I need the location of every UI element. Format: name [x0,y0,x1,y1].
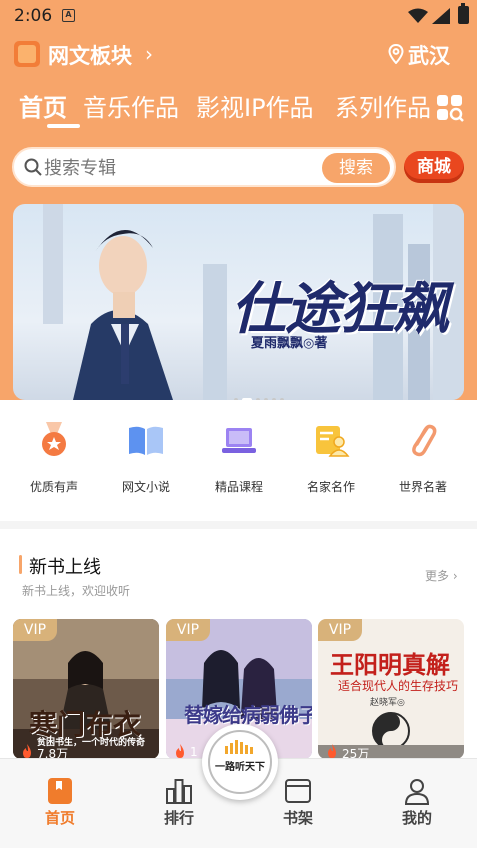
banner-dot[interactable] [242,398,252,400]
signal-icon [432,8,450,24]
book-cover-subtitle: 适合现代人的生存技巧 [338,679,459,693]
grid-label: 优质有声 [29,480,78,494]
status-bar: 2:06 A [0,0,477,32]
banner-carousel[interactable]: 仕途狂飙 夏雨飘飘◎著 [13,204,464,400]
grid-item-quality-audio[interactable]: 优质有声 [8,420,100,495]
fire-icon [328,744,336,758]
chevron-right-icon[interactable]: › [145,42,153,66]
search-icon [24,158,42,176]
tab-series[interactable]: 系列作品 [335,88,431,123]
more-label: 更多 [425,569,450,583]
vip-badge: VIP [318,619,362,641]
open-book-icon [129,426,163,455]
banner-dot[interactable] [256,398,260,400]
banner-pagination [234,387,288,400]
book-card-wangyangming[interactable]: 王阳明真解 适合现代人的生存技巧 赵晓军◎ VIP 25万 [318,619,464,759]
user-icon [404,779,430,805]
more-link[interactable]: 更多 › [425,567,458,584]
grid-label: 名家名作 [306,480,355,494]
section-divider [0,521,477,529]
paperclip-icon [412,424,437,457]
banner-dot[interactable] [272,398,276,400]
tab-active-indicator [47,124,80,128]
tab-film-ip[interactable]: 影视IP作品 [196,88,314,123]
fab-logo: 一路听天下 [208,730,272,794]
nav-label: 书架 [282,809,313,827]
play-count: 7.8万 [37,747,69,759]
ranking-bars-icon [166,779,192,804]
bookshelf-icon [285,779,311,803]
section-title: 新书上线 [29,557,101,578]
topic-title[interactable]: 网文板块 [48,40,132,70]
sound-wave-icon [225,740,253,754]
banner-dot[interactable] [234,398,238,400]
center-play-button[interactable]: 一路听天下 [202,724,278,800]
laptop-icon [222,428,256,453]
search-input[interactable] [44,155,314,181]
location-pin-icon[interactable] [388,44,404,64]
banner-dot[interactable] [280,398,284,400]
search-button[interactable]: 搜索 [322,153,390,183]
fire-icon [176,744,184,758]
battery-icon [458,3,469,24]
banner-dot[interactable] [264,398,268,400]
fab-label: 一路听天下 [215,762,265,773]
grid-label: 精品课程 [214,480,263,494]
mall-button[interactable]: 商城 [404,151,464,183]
grid-item-famous-authors[interactable]: 名家名作 [285,420,377,495]
nav-label: 我的 [401,809,432,827]
nav-label: 排行 [163,809,194,827]
grid-label: 世界名著 [398,480,447,494]
book-cover-title: 替嫁给病弱佛子后 [184,703,312,727]
nav-label: 首页 [44,809,75,827]
tab-home[interactable]: 首页 [19,88,67,123]
topic-logo-icon[interactable] [14,41,40,67]
nav-ranking[interactable]: 排行 [149,777,209,828]
grid-label: 网文小说 [121,480,170,494]
nav-bookshelf[interactable]: 书架 [268,777,328,828]
category-grid: 优质有声 网文小说 精品课程 名家名作 世界名著 [0,420,477,500]
book-cover-title: 王阳明真解 [330,651,450,679]
notification-icon: A [62,9,75,22]
grid-item-world-classics[interactable]: 世界名著 [377,420,469,495]
section-accent-bar [19,555,22,574]
vip-badge: VIP [166,619,210,641]
search-bar: 搜索 [12,147,396,187]
book-cover-author: 赵晓军◎ [370,698,405,708]
section-subtitle: 新书上线，欢迎收听 [22,584,131,598]
play-count: 25万 [342,747,370,759]
banner-author: 夏雨飘飘◎著 [251,336,328,351]
book-card-hanmen[interactable]: 寒门布衣 贫困书生，一个时代的传奇 VIP 7.8万 [13,619,159,759]
location-city[interactable]: 武汉 [408,40,450,70]
home-bookmark-icon [48,778,72,804]
nav-home[interactable]: 首页 [30,777,90,828]
vip-badge: VIP [13,619,57,641]
author-card-icon [316,426,350,457]
wifi-icon [408,8,428,23]
category-grid-icon[interactable] [436,94,464,122]
medal-icon [42,422,66,456]
grid-item-web-novel[interactable]: 网文小说 [100,420,192,495]
grid-item-courses[interactable]: 精品课程 [193,420,285,495]
play-count: 1 [190,745,198,759]
tab-music[interactable]: 音乐作品 [83,88,179,123]
nav-profile[interactable]: 我的 [387,777,447,828]
status-time: 2:06 [14,6,53,26]
fire-icon [23,744,31,758]
